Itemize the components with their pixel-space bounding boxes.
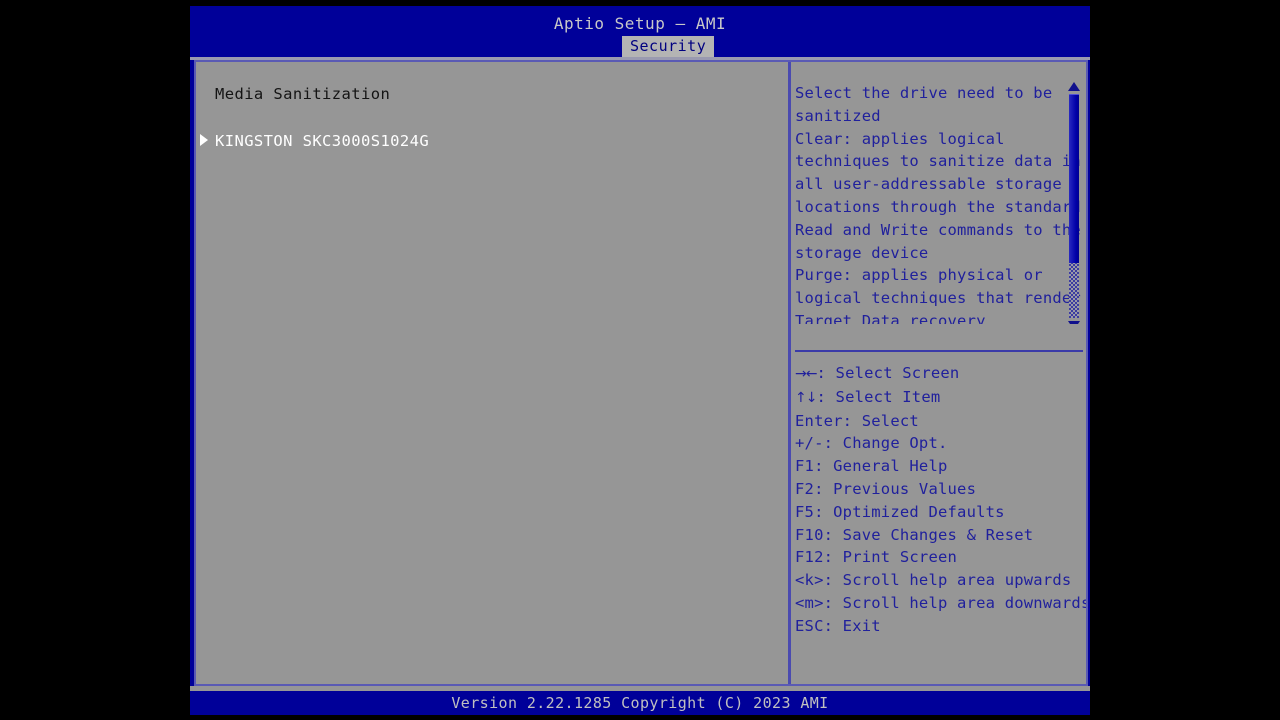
key-legend-text: F12: Print Screen [795, 548, 958, 567]
scrollbar-thumb[interactable] [1069, 94, 1079, 263]
key-legend-line: <k>: Scroll help area upwards [795, 569, 1083, 592]
key-legend-text: F5: Optimized Defaults [795, 502, 1005, 521]
arrow-keys-icon: ↑↓ [795, 389, 817, 406]
arrow-keys-icon: →← [795, 366, 817, 382]
settings-pane: Media Sanitization KINGSTON SKC3000S1024… [196, 62, 786, 684]
key-legend: →←: Select Screen ↑↓: Select Item Enter: S… [795, 362, 1086, 638]
key-legend-text: F10: Save Changes & Reset [795, 525, 1034, 544]
key-legend-line: <m>: Scroll help area downwards [795, 592, 1086, 615]
bios-screen: Aptio Setup – AMI Security Media Sanitiz… [0, 0, 1280, 720]
help-line: sanitized [795, 106, 881, 125]
version-text: Version 2.22.1285 Copyright (C) 2023 AMI [451, 694, 829, 712]
help-line: techniques to sanitize data in [795, 152, 1081, 171]
section-title-media-sanitization: Media Sanitization [215, 85, 391, 103]
help-line: locations through the standard [795, 197, 1081, 216]
key-legend-line: Enter: Select [795, 410, 1083, 433]
key-legend-text: : Select Item [816, 387, 941, 406]
scroll-up-arrow-icon[interactable] [1068, 82, 1080, 91]
key-legend-text: +/-: Change Opt. [795, 434, 948, 453]
help-text-area: Select the drive need to be sanitized Clea… [791, 62, 1086, 324]
help-line: Read and Write commands to the [795, 220, 1081, 239]
page-title: Aptio Setup – AMI [553, 14, 727, 33]
tab-security[interactable]: Security [622, 36, 715, 57]
key-legend-line: +/-: Change Opt. [795, 432, 1083, 455]
key-legend-line: F2: Previous Values [795, 478, 1083, 501]
tab-strip: Security [190, 36, 1090, 58]
body-panel: Media Sanitization KINGSTON SKC3000S1024… [194, 60, 1088, 686]
key-legend-line: F10: Save Changes & Reset [795, 524, 1083, 547]
help-line: all user-addressable storage [795, 175, 1062, 194]
help-line: logical techniques that render [795, 289, 1081, 308]
help-scrollbar[interactable] [1066, 82, 1080, 324]
key-legend-text: ESC: Exit [795, 616, 881, 635]
key-legend-text: : Select Screen [816, 364, 960, 382]
list-item-drive[interactable]: KINGSTON SKC3000S1024G [196, 130, 786, 152]
submenu-triangle-icon [200, 134, 208, 146]
footer-bar: Version 2.22.1285 Copyright (C) 2023 AMI [190, 691, 1090, 715]
key-legend-line: ESC: Exit [795, 615, 1083, 638]
help-line: Purge: applies physical or [795, 266, 1043, 285]
key-legend-text: F1: General Help [795, 457, 948, 476]
key-legend-text: Enter: Select [795, 411, 919, 430]
key-legend-line: F1: General Help [795, 455, 1083, 478]
key-legend-line: →←: Select Screen [795, 362, 1083, 386]
help-line: Clear: applies logical [795, 129, 1005, 148]
drive-label: KINGSTON SKC3000S1024G [215, 132, 430, 150]
key-legend-text: F2: Previous Values [795, 479, 977, 498]
key-legend-text: <k>: Scroll help area upwards [795, 571, 1072, 590]
help-text: Select the drive need to be sanitized Clea… [795, 82, 1081, 324]
key-legend-text: <m>: Scroll help area downwards [795, 593, 1086, 612]
bios-setup-window: Aptio Setup – AMI Security Media Sanitiz… [190, 6, 1090, 715]
help-separator [795, 350, 1083, 352]
key-legend-line: ↑↓: Select Item [795, 386, 1083, 410]
scroll-down-arrow-icon[interactable] [1068, 321, 1080, 324]
help-line: Select the drive need to be [795, 84, 1053, 102]
help-line: storage device [795, 243, 929, 262]
header-bar: Aptio Setup – AMI Security [190, 6, 1090, 57]
key-legend-line: F12: Print Screen [795, 546, 1083, 569]
help-pane: Select the drive need to be sanitized Clea… [791, 62, 1086, 684]
key-legend-line: F5: Optimized Defaults [795, 501, 1083, 524]
help-line: Target Data recovery [795, 311, 986, 324]
